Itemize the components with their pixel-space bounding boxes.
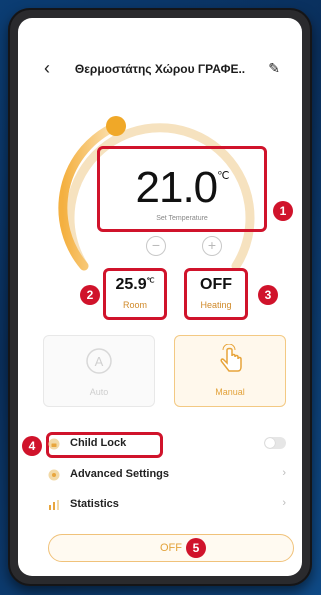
page-title: Θερμοστάτης Χώρου ΓΡΑΦΕ.. xyxy=(74,62,246,76)
chevron-right-icon: › xyxy=(282,467,286,479)
statistics-label: Statistics xyxy=(70,498,119,510)
auto-mode-button[interactable]: A Auto xyxy=(43,335,155,407)
minus-button[interactable]: − xyxy=(146,236,166,256)
chevron-right-icon: › xyxy=(282,497,286,509)
set-temperature-box: 21.0℃ Set Temperature xyxy=(97,146,267,232)
manual-mode-button[interactable]: Manual xyxy=(174,335,286,407)
manual-mode-label: Manual xyxy=(215,387,245,397)
lock-icon xyxy=(48,438,60,450)
child-lock-label: Child Lock xyxy=(70,437,127,449)
svg-text:A: A xyxy=(95,354,104,369)
callout-marker-1: 1 xyxy=(273,201,293,221)
power-off-label: OFF xyxy=(160,542,182,554)
statistics-icon xyxy=(49,500,59,510)
auto-mode-icon: A xyxy=(86,348,112,374)
child-lock-toggle[interactable] xyxy=(264,437,286,449)
child-lock-row[interactable]: Child Lock xyxy=(46,433,286,457)
settings-icon xyxy=(48,469,60,481)
room-label: Room xyxy=(122,300,147,310)
auto-mode-label: Auto xyxy=(89,387,109,397)
heating-label: Heating xyxy=(200,300,232,310)
heating-status-box: OFF Heating xyxy=(184,268,248,320)
callout-marker-5: 5 xyxy=(186,538,206,558)
power-off-button[interactable]: OFF xyxy=(48,534,294,562)
app-screen: ‹ Θερμοστάτης Χώρου ΓΡΑΦΕ.. ✎ 21.0℃ Set … xyxy=(18,18,302,576)
callout-marker-3: 3 xyxy=(258,285,278,305)
set-temperature-label: Set Temperature xyxy=(156,215,208,222)
phone-frame: ‹ Θερμοστάτης Χώρου ΓΡΑΦΕ.. ✎ 21.0℃ Set … xyxy=(8,8,312,586)
top-bar: ‹ Θερμοστάτης Χώρου ΓΡΑΦΕ.. ✎ xyxy=(18,54,302,84)
room-temperature-box: 25.9℃ Room xyxy=(103,268,167,320)
set-temperature-value: 21.0℃ xyxy=(135,163,230,212)
hand-pointer-icon xyxy=(220,343,242,372)
heating-status-value: OFF xyxy=(200,276,232,293)
callout-marker-4: 4 xyxy=(22,436,42,456)
advanced-settings-row[interactable]: Advanced Settings › xyxy=(46,464,286,488)
statistics-row[interactable]: Statistics › xyxy=(46,494,286,518)
dial-knob xyxy=(106,116,126,136)
callout-marker-2: 2 xyxy=(80,285,100,305)
edit-icon[interactable]: ✎ xyxy=(268,60,280,77)
room-temperature-value: 25.9℃ xyxy=(115,276,155,293)
plus-button[interactable]: + xyxy=(202,236,222,256)
advanced-settings-label: Advanced Settings xyxy=(70,468,170,480)
